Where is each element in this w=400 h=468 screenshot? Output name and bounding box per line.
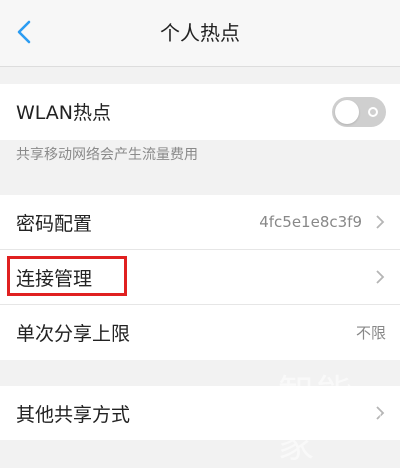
password-config-label: 密码配置 bbox=[16, 212, 93, 235]
wlan-hotspot-label: WLAN热点 bbox=[16, 101, 112, 124]
toggle-knob bbox=[335, 100, 359, 124]
share-limit-value: 不限 bbox=[355, 323, 386, 342]
chevron-right-icon bbox=[376, 406, 385, 420]
other-share-methods-label: 其他共享方式 bbox=[16, 403, 131, 426]
toggle-off-indicator-icon bbox=[368, 107, 378, 117]
wlan-hotspot-toggle[interactable] bbox=[332, 97, 386, 127]
page-title: 个人热点 bbox=[160, 21, 240, 45]
password-config-row[interactable]: 密码配置 4fc5e1e8c3f9 bbox=[0, 195, 400, 249]
chevron-right-icon bbox=[376, 270, 385, 284]
other-section: 其他共享方式 bbox=[0, 386, 400, 440]
other-share-methods-row[interactable]: 其他共享方式 bbox=[0, 386, 400, 440]
password-value: 4fc5e1e8c3f9 bbox=[259, 213, 362, 231]
highlight-box bbox=[7, 256, 127, 296]
share-limit-row[interactable]: 单次分享上限 不限 bbox=[0, 305, 400, 359]
nav-header: 个人热点 bbox=[0, 0, 400, 67]
chevron-right-icon bbox=[376, 215, 385, 229]
share-limit-label: 单次分享上限 bbox=[16, 322, 131, 345]
wlan-data-charge-hint: 共享移动网络会产生流量费用 bbox=[16, 147, 198, 163]
